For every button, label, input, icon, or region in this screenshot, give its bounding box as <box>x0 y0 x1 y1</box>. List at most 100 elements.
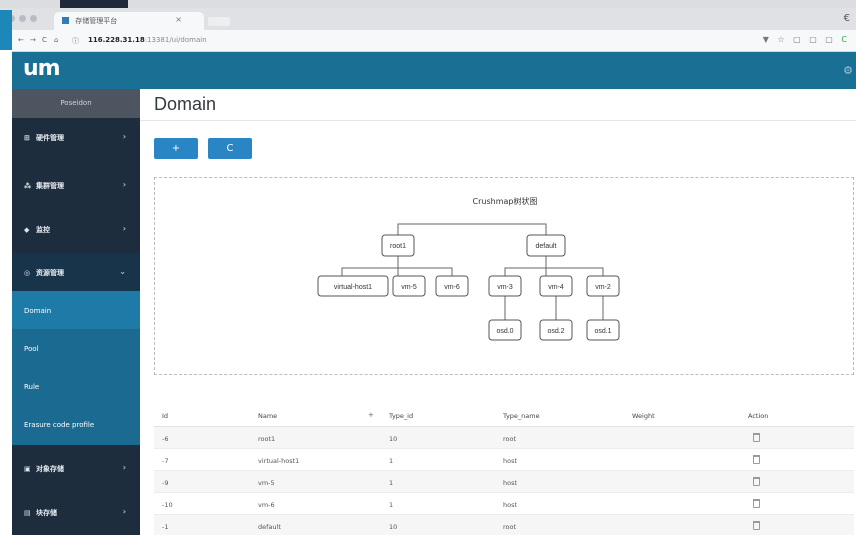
settings-icon[interactable]: ⚙ <box>843 64 853 77</box>
cell-name: default <box>258 523 281 531</box>
chevron-right-icon: › <box>122 507 126 516</box>
sidebar-item-object-storage[interactable]: ▣ 对象存储 › <box>12 449 140 487</box>
sidebar-item-cluster[interactable]: ⁂ 集群管理 › <box>12 166 140 204</box>
maximize-window-dot[interactable] <box>30 15 37 22</box>
chevron-right-icon: › <box>122 224 126 233</box>
block-storage-icon: ▤ <box>24 509 31 517</box>
sort-icon[interactable]: + <box>368 411 374 419</box>
cell-id: -1 <box>162 523 169 531</box>
desktop-strip-dark <box>60 0 128 8</box>
minimize-window-dot[interactable] <box>19 15 26 22</box>
header-type-id[interactable]: Type_id <box>389 403 413 426</box>
tree-node-default[interactable]: default <box>526 234 566 257</box>
sidebar-subitem-pool[interactable]: Pool <box>12 329 140 367</box>
home-icon[interactable]: ⌂ <box>54 36 58 44</box>
tab-close-icon[interactable]: × <box>175 15 182 24</box>
header-weight[interactable]: Weight <box>632 403 655 426</box>
address-bar[interactable]: 116.228.31.18:13381/ui/domain <box>88 36 207 44</box>
domain-table: Id Name + Type_id Type_name Weight Actio… <box>154 403 854 535</box>
tree-node-label: virtual-host1 <box>334 284 372 291</box>
app-logo[interactable]: um <box>23 56 61 81</box>
tab-title: 存储管理平台 <box>75 17 118 25</box>
cell-name: vm-5 <box>258 479 275 487</box>
header-action: Action <box>748 412 769 420</box>
sidebar-item-hardware[interactable]: ⊞ 硬件管理 › <box>12 118 140 156</box>
tree-node-vm-3[interactable]: vm-3 <box>488 275 522 297</box>
sidebar-item-label: 硬件管理 <box>36 134 64 142</box>
sidebar-subitem-erasure-code-profile[interactable]: Erasure code profile <box>12 405 140 445</box>
delete-icon[interactable] <box>753 477 760 486</box>
new-tab-button[interactable] <box>208 17 230 26</box>
tree-node-label: osd.2 <box>547 328 564 335</box>
refresh-button[interactable]: C <box>208 138 252 159</box>
tree-node-vm-5[interactable]: vm-5 <box>392 275 426 297</box>
screenshot-frame: 存储管理平台 × € ← → C ⌂ ⓘ 116.228.31.18:13381… <box>0 0 856 535</box>
connector-top <box>397 223 547 235</box>
forward-icon[interactable]: → <box>30 36 36 44</box>
delete-icon[interactable] <box>753 433 760 442</box>
sidebar-item-resource[interactable]: ◎ 资源管理 ⌄ <box>12 253 140 291</box>
delete-icon[interactable] <box>753 455 760 464</box>
tree-node-label: osd.1 <box>594 328 611 335</box>
sidebar-item-label: 资源管理 <box>36 269 64 277</box>
sidebar-item-label: 监控 <box>36 226 50 234</box>
extension-icon[interactable]: C <box>841 35 850 44</box>
cell-type-id: 10 <box>389 523 398 531</box>
url-path: :13381/ui/domain <box>144 36 207 44</box>
chevron-right-icon: › <box>122 463 126 472</box>
favicon-icon <box>62 17 69 24</box>
tree-node-vm-2[interactable]: vm-2 <box>586 275 620 297</box>
cell-id: -9 <box>162 479 169 487</box>
add-button[interactable]: + <box>154 138 198 159</box>
toolbar-icons[interactable]: ▼ ☆ ▢ ▢ ▢ C <box>763 35 850 44</box>
tree-node-osd-2[interactable]: osd.2 <box>539 319 573 341</box>
tree-node-label: osd.0 <box>496 328 513 335</box>
sidebar-item-label: 块存储 <box>36 509 57 517</box>
table-row: -9 vm-5 1 host <box>154 471 854 493</box>
back-icon[interactable]: ← <box>18 36 24 44</box>
chevron-down-icon: ⌄ <box>119 267 126 276</box>
chevron-right-icon: › <box>122 132 126 141</box>
sidebar-item-block-storage[interactable]: ▤ 块存储 › <box>12 493 140 531</box>
cell-type-id: 1 <box>389 479 394 487</box>
reload-icon[interactable]: C <box>42 36 47 44</box>
tree-node-label: vm-2 <box>595 284 611 291</box>
table-row: -10 vm-6 1 host <box>154 493 854 515</box>
tree-node-osd-0[interactable]: osd.0 <box>488 319 522 341</box>
sidebar-item-monitor[interactable]: ◆ 监控 › <box>12 210 140 248</box>
browser-titlebar: 存储管理平台 × € <box>0 8 856 30</box>
tree-node-osd-1[interactable]: osd.1 <box>586 319 620 341</box>
browser-tab[interactable]: 存储管理平台 × <box>54 12 204 30</box>
table-row: -6 root1 10 root <box>154 427 854 449</box>
crushmap-tree-panel: Crushmap树状图 root1 default virtual-host1 … <box>154 177 854 375</box>
title-divider <box>140 120 856 121</box>
table-row: -7 virtual-host1 1 host <box>154 449 854 471</box>
tree-node-label: vm-3 <box>497 284 513 291</box>
cell-type-name: host <box>503 457 518 465</box>
connector-osd <box>504 296 604 320</box>
header-name[interactable]: Name <box>258 403 277 426</box>
delete-icon[interactable] <box>753 499 760 508</box>
tree-node-root1[interactable]: root1 <box>381 234 415 257</box>
table-header: Id Name + Type_id Type_name Weight Actio… <box>154 403 854 427</box>
sidebar-subitem-domain[interactable]: Domain <box>12 291 140 329</box>
cell-type-id: 1 <box>389 457 394 465</box>
cell-name: vm-6 <box>258 501 275 509</box>
cell-type-name: host <box>503 501 518 509</box>
sidebar-subitem-rule[interactable]: Rule <box>12 367 140 405</box>
desktop-strip <box>0 0 856 8</box>
tree-node-virtual-host1[interactable]: virtual-host1 <box>317 275 389 297</box>
monitor-icon: ◆ <box>24 226 30 234</box>
tree-node-vm-4[interactable]: vm-4 <box>539 275 573 297</box>
header-id[interactable]: Id <box>162 403 168 426</box>
header-type-name[interactable]: Type_name <box>503 403 540 426</box>
sidebar-user: Poseidon <box>12 89 140 118</box>
server-icon: ⊞ <box>24 134 30 142</box>
delete-icon[interactable] <box>753 521 760 530</box>
cell-type-id: 10 <box>389 435 398 443</box>
cell-name: virtual-host1 <box>258 457 300 465</box>
window-edge-icon: € <box>843 13 850 24</box>
tree-node-vm-6[interactable]: vm-6 <box>435 275 469 297</box>
site-info-icon[interactable]: ⓘ <box>72 36 79 46</box>
cell-id: -7 <box>162 457 169 465</box>
